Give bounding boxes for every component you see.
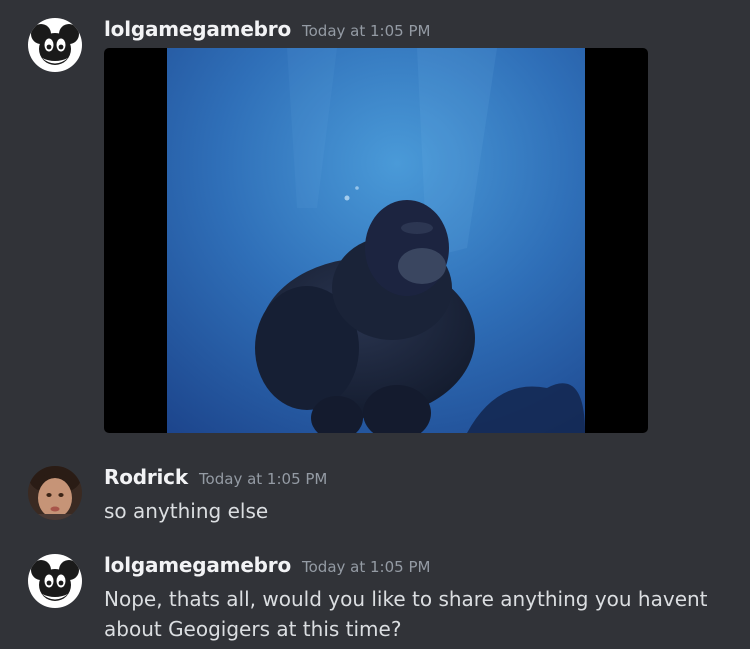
- avatar[interactable]: [28, 554, 82, 608]
- timestamp: Today at 1:05 PM: [302, 22, 431, 40]
- message-item: lolgamegamebro Today at 1:05 PM Nope, th…: [0, 540, 750, 649]
- message-text: Nope, thats all, would you like to share…: [104, 587, 708, 641]
- message-item: Rodrick Today at 1:05 PM so anything els…: [0, 452, 750, 532]
- user-photo-avatar-icon: [28, 466, 82, 520]
- video-thumbnail: [167, 48, 585, 433]
- message-item: lolgamegamebro Today at 1:05 PM: [0, 0, 750, 440]
- timestamp: Today at 1:05 PM: [198, 470, 328, 488]
- message-text: so anything else: [104, 499, 269, 523]
- username[interactable]: lolgamegamebro: [104, 17, 291, 41]
- username[interactable]: Rodrick: [104, 465, 188, 489]
- cartoon-mouse-avatar-icon: [28, 554, 82, 608]
- cartoon-mouse-avatar-icon: [28, 18, 82, 72]
- avatar[interactable]: [28, 466, 82, 520]
- video-attachment[interactable]: [104, 48, 648, 433]
- username[interactable]: lolgamegamebro: [104, 553, 291, 577]
- timestamp: Today at 1:05 PM: [302, 558, 431, 576]
- chat-messages: lolgamegamebro Today at 1:05 PM Rodrick …: [0, 0, 750, 649]
- avatar[interactable]: [28, 18, 82, 72]
